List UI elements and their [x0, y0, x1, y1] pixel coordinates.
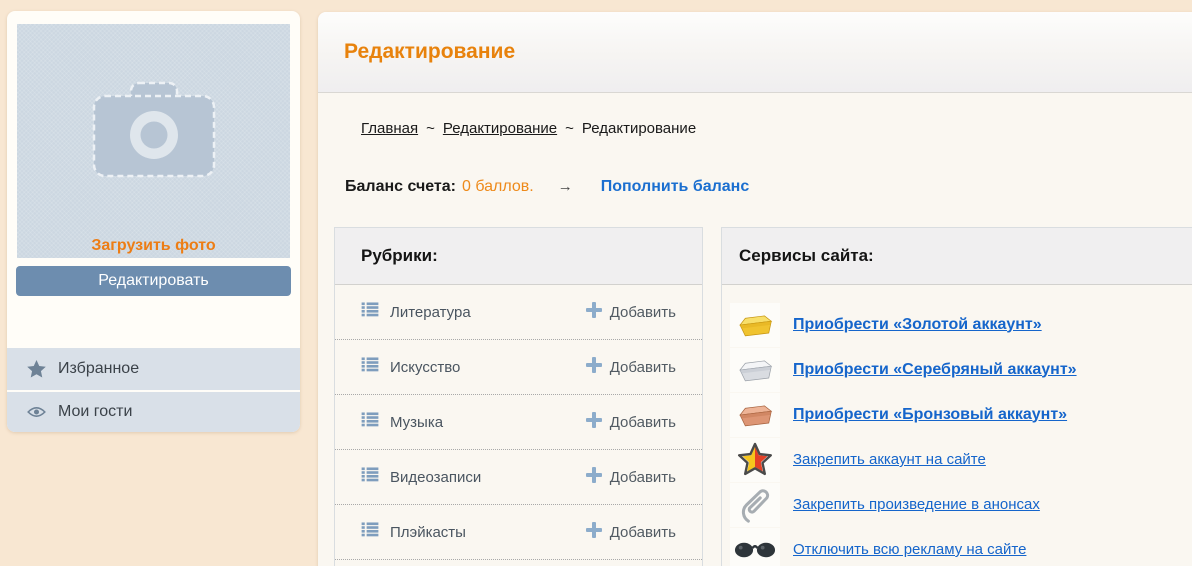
silver-ingot-icon	[730, 348, 780, 392]
upload-photo-link[interactable]: Загрузить фото	[17, 237, 290, 255]
service-item: Приобрести «Бронзовый аккаунт»	[722, 392, 1192, 437]
breadcrumb-link[interactable]: Главная	[361, 120, 418, 137]
add-rubric-button[interactable]: Добавить	[586, 522, 676, 543]
rubric-category-link[interactable]: Плэйкасты	[361, 522, 466, 542]
add-rubric-button[interactable]: Добавить	[586, 302, 676, 323]
balance-label: Баланс счета:	[345, 178, 456, 196]
service-link[interactable]: Закрепить произведение в анонсах	[793, 496, 1040, 513]
balance-value: 0 баллов.	[462, 178, 534, 196]
rubric-label: Плэйкасты	[390, 524, 466, 541]
service-item: Закрепить произведение в анонсах	[722, 482, 1192, 527]
sidebar-menu-item[interactable]: Мои гости	[7, 390, 300, 432]
gold-ingot-icon	[730, 303, 780, 347]
rubric-row: Плэйкасты Добавить	[335, 505, 702, 560]
rubric-row: Искусство Добавить	[335, 340, 702, 395]
breadcrumb-link: Редактирование	[582, 120, 696, 137]
add-label: Добавить	[610, 359, 676, 376]
breadcrumb-item: ~ Редактирование	[418, 120, 557, 137]
breadcrumb-separator: ~	[426, 120, 435, 137]
topup-balance-link[interactable]: Пополнить баланс	[601, 178, 750, 196]
main-content: Редактирование Главная ~ Редактирование …	[318, 12, 1192, 566]
sidebar-menu-label: Избранное	[58, 360, 139, 378]
add-label: Добавить	[610, 524, 676, 541]
rubric-label: Видеозаписи	[390, 469, 481, 486]
service-item: Приобрести «Золотой аккаунт»	[722, 302, 1192, 347]
edit-profile-button[interactable]: Редактировать	[16, 266, 291, 296]
add-rubric-button[interactable]: Добавить	[586, 412, 676, 433]
service-link[interactable]: Отключить всю рекламу на сайте	[793, 541, 1026, 558]
add-label: Добавить	[610, 304, 676, 321]
services-panel-title: Сервисы сайта:	[722, 228, 1192, 285]
profile-sidebar: Загрузить фото Редактировать Избранное М…	[7, 11, 300, 432]
balance-row: Баланс счета: 0 баллов. → Пополнить бала…	[345, 178, 749, 196]
page: Загрузить фото Редактировать Избранное М…	[0, 0, 1192, 566]
add-rubric-button[interactable]: Добавить	[586, 467, 676, 488]
rubric-category-link[interactable]: Искусство	[361, 357, 460, 377]
list-icon	[361, 357, 379, 377]
list-icon	[361, 467, 379, 487]
services-list: Приобрести «Золотой аккаунт» Приобрести …	[722, 285, 1192, 566]
bronze-ingot-icon	[730, 393, 780, 437]
service-item: Закрепить аккаунт на сайте	[722, 437, 1192, 482]
plus-icon	[586, 357, 602, 378]
plus-icon	[586, 412, 602, 433]
rubric-label: Музыка	[390, 414, 443, 431]
breadcrumb-item: ~ Редактирование	[557, 120, 696, 137]
list-icon	[361, 302, 379, 322]
rubric-category-link[interactable]: Музыка	[361, 412, 443, 432]
paperclip-icon	[730, 483, 780, 527]
rubrics-panel-title: Рубрики:	[335, 228, 702, 285]
rubric-label: Литература	[390, 304, 471, 321]
star-badge-icon	[730, 438, 780, 482]
add-rubric-button[interactable]: Добавить	[586, 357, 676, 378]
page-title: Редактирование	[344, 40, 515, 64]
service-item: Приобрести «Серебряный аккаунт»	[722, 347, 1192, 392]
rubrics-panel: Рубрики: Литература	[334, 227, 703, 566]
photo-placeholder[interactable]: Загрузить фото	[17, 24, 290, 258]
eye-icon	[26, 402, 46, 422]
service-link[interactable]: Приобрести «Серебряный аккаунт»	[793, 361, 1077, 379]
rubric-category-link[interactable]: Литература	[361, 302, 471, 322]
breadcrumb-item: Главная	[345, 120, 418, 137]
add-label: Добавить	[610, 469, 676, 486]
plus-icon	[586, 302, 602, 323]
services-panel: Сервисы сайта: Приобрести «Золотой аккау…	[721, 227, 1192, 566]
service-item: Отключить всю рекламу на сайте	[722, 527, 1192, 566]
breadcrumb-separator: ~	[565, 120, 574, 137]
rubric-category-link[interactable]: Видеозаписи	[361, 467, 481, 487]
service-link[interactable]: Приобрести «Золотой аккаунт»	[793, 316, 1042, 334]
breadcrumb: Главная ~ Редактирование ~ Редактировани…	[345, 120, 696, 137]
rubric-row: Литература Добавить	[335, 285, 702, 340]
sidebar-menu-item[interactable]: Избранное	[7, 348, 300, 390]
sunglasses-icon	[730, 528, 780, 566]
camera-icon	[91, 80, 217, 180]
breadcrumb-link[interactable]: Редактирование	[443, 120, 557, 137]
service-link[interactable]: Закрепить аккаунт на сайте	[793, 451, 986, 468]
sidebar-menu: Избранное Мои гости	[7, 348, 300, 432]
panels: Рубрики: Литература	[334, 227, 1192, 566]
rubric-row: Музыка Добавить	[335, 395, 702, 450]
add-label: Добавить	[610, 414, 676, 431]
plus-icon	[586, 467, 602, 488]
sidebar-menu-label: Мои гости	[58, 403, 132, 421]
rubric-label: Искусство	[390, 359, 460, 376]
main-header: Редактирование	[318, 12, 1192, 93]
rubric-row: Видеозаписи Добавить	[335, 450, 702, 505]
list-icon	[361, 522, 379, 542]
arrow-right-icon: →	[558, 178, 573, 195]
plus-icon	[586, 522, 602, 543]
star-icon	[26, 359, 46, 379]
service-link[interactable]: Приобрести «Бронзовый аккаунт»	[793, 406, 1067, 424]
rubrics-list: Литература Добавить	[335, 285, 702, 560]
list-icon	[361, 412, 379, 432]
